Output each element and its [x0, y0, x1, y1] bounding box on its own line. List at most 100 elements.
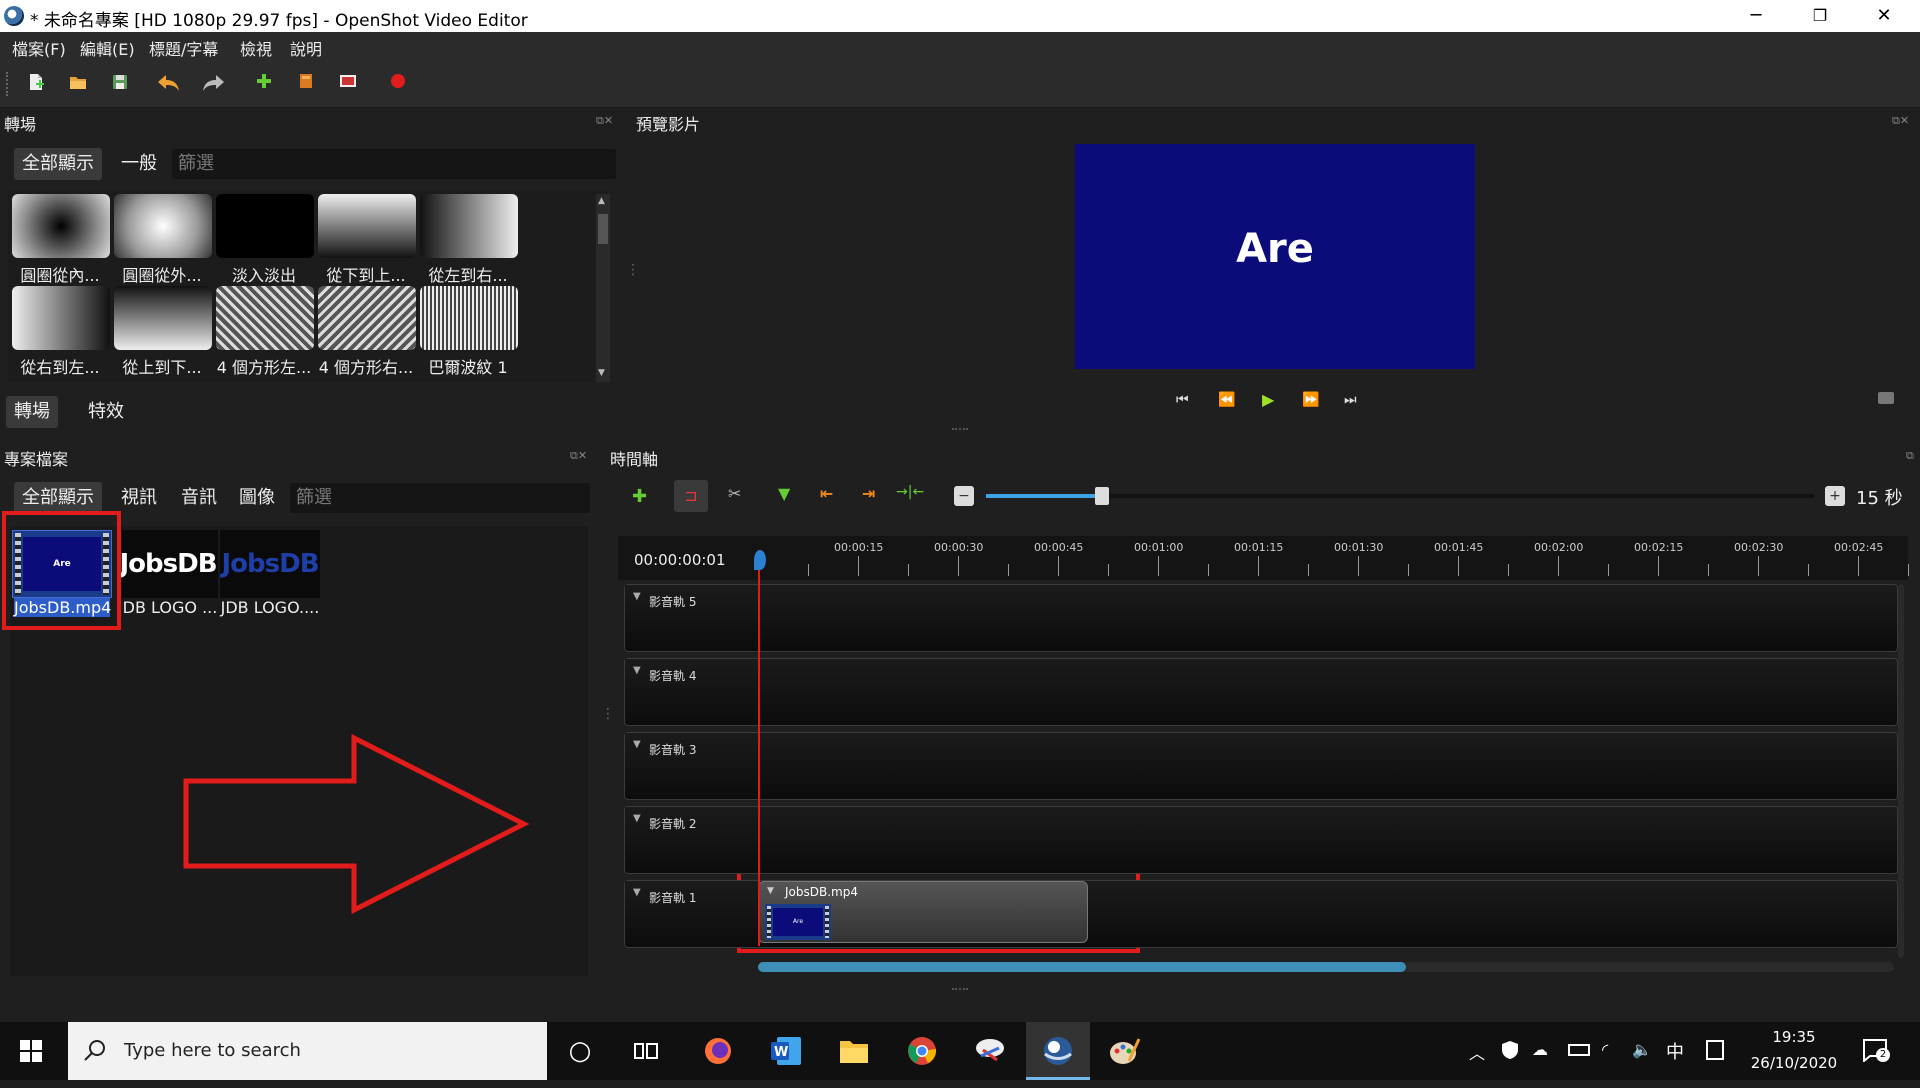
file-thumb-db-logo[interactable]: JobsDB	[118, 530, 218, 598]
battery-icon[interactable]	[1568, 1044, 1590, 1056]
transitions-filter-all[interactable]: 全部顯示	[14, 148, 102, 180]
scroll-down-icon[interactable]: ▼	[598, 368, 605, 378]
track-3[interactable]: ▼ 影音軌 3	[624, 732, 1898, 800]
playhead-marker[interactable]	[754, 550, 766, 570]
import-files-icon[interactable]	[252, 72, 276, 96]
choose-profile-icon[interactable]	[294, 72, 318, 96]
add-track-icon[interactable]: ✚	[632, 486, 647, 507]
previous-marker-icon[interactable]: ⇤	[820, 484, 833, 503]
track-collapse-icon[interactable]: ▼	[633, 739, 641, 750]
new-project-icon[interactable]	[24, 72, 48, 96]
track-5[interactable]: ▼ 影音軌 5	[624, 584, 1898, 652]
zoom-slider[interactable]	[986, 487, 1814, 505]
open-project-icon[interactable]	[66, 72, 90, 96]
transition-thumb[interactable]	[12, 286, 110, 350]
fast-forward-button[interactable]: ⏩	[1302, 392, 1319, 408]
dock-float-close-icon[interactable]: ⧉✕	[596, 114, 613, 128]
timeline-clip-jobsdb[interactable]: ▼ JobsDB.mp4 Are	[758, 881, 1088, 943]
volume-icon[interactable]: 🔈	[1632, 1040, 1652, 1059]
notification-center-icon[interactable]: 2	[1862, 1038, 1890, 1064]
onedrive-icon[interactable]: ☁	[1532, 1040, 1548, 1059]
file-thumb-jdb-logo[interactable]: JobsDB	[220, 530, 320, 598]
undo-icon[interactable]	[156, 72, 180, 96]
track-collapse-icon[interactable]: ▼	[633, 813, 641, 824]
timeline-scroll-thumb[interactable]	[758, 962, 1406, 972]
cortana-icon[interactable]: ○	[552, 1022, 608, 1080]
close-button[interactable]: ✕	[1852, 0, 1916, 32]
files-filter-all[interactable]: 全部顯示	[14, 482, 102, 514]
track-2[interactable]: ▼ 影音軌 2	[624, 806, 1898, 874]
dock-float-close-icon[interactable]: ⧉✕	[570, 449, 587, 463]
word-icon[interactable]: W	[758, 1022, 814, 1080]
splitter-handle[interactable]	[952, 428, 968, 432]
wifi-icon[interactable]: ◜	[1602, 1040, 1608, 1059]
save-project-icon[interactable]	[108, 72, 132, 96]
center-playhead-icon[interactable]: →|←	[896, 484, 924, 500]
timeline-horizontal-scrollbar[interactable]	[758, 962, 1894, 972]
tab-effects[interactable]: 特效	[80, 396, 132, 428]
jump-start-button[interactable]: ⏮	[1176, 392, 1189, 408]
transition-thumb[interactable]	[216, 286, 314, 350]
fullscreen-icon[interactable]	[336, 72, 360, 96]
add-marker-icon[interactable]: ▼	[778, 484, 790, 503]
clock-time[interactable]: 19:35	[1750, 1028, 1838, 1046]
transition-thumb[interactable]	[420, 286, 518, 350]
transitions-scrollbar[interactable]: ▲ ▼	[596, 194, 610, 382]
app-icon[interactable]	[962, 1022, 1018, 1080]
show-hidden-icons[interactable]: ︿	[1469, 1040, 1485, 1064]
menu-help[interactable]: 說明	[290, 36, 322, 60]
transitions-filter-common[interactable]: 一般	[113, 148, 165, 180]
tab-transitions[interactable]: 轉場	[6, 396, 58, 428]
jump-end-button[interactable]: ⏭	[1344, 392, 1357, 408]
minimize-button[interactable]: ─	[1724, 0, 1788, 32]
transitions-filter-input[interactable]: 篩選	[172, 149, 616, 179]
rewind-button[interactable]: ⏪	[1218, 392, 1235, 408]
camera-snapshot-icon[interactable]	[1878, 392, 1894, 404]
file-explorer-icon[interactable]	[826, 1022, 882, 1080]
track-collapse-icon[interactable]: ▼	[633, 591, 641, 602]
clock-date[interactable]: 26/10/2020	[1746, 1054, 1842, 1072]
openshot-taskbar-icon[interactable]	[1026, 1022, 1090, 1080]
scrollbar-thumb[interactable]	[598, 214, 608, 244]
transition-thumb[interactable]	[114, 194, 212, 258]
scroll-up-icon[interactable]: ▲	[598, 196, 605, 206]
clip-menu-icon[interactable]: ▼	[767, 886, 774, 896]
transition-thumb[interactable]	[318, 194, 416, 258]
track-header[interactable]: ▼ 影音軌 1	[625, 881, 759, 945]
next-marker-icon[interactable]: ⇥	[862, 484, 875, 503]
files-filter-audio[interactable]: 音訊	[173, 482, 225, 514]
transition-thumb[interactable]	[318, 286, 416, 350]
maximize-button[interactable]: ❐	[1788, 0, 1852, 32]
track-header[interactable]: ▼ 影音軌 5	[625, 585, 759, 649]
track-header[interactable]: ▼ 影音軌 2	[625, 807, 759, 871]
start-button[interactable]	[20, 1040, 42, 1066]
track-collapse-icon[interactable]: ▼	[633, 665, 641, 676]
transition-thumb[interactable]	[12, 194, 110, 258]
transition-thumb[interactable]	[420, 194, 518, 258]
chrome-icon[interactable]	[894, 1022, 950, 1080]
zoom-out-icon[interactable]: −	[954, 486, 974, 506]
dock-float-icon[interactable]: ⧉	[1906, 449, 1914, 463]
zoom-in-icon[interactable]: +	[1825, 486, 1845, 506]
files-filter-image[interactable]: 圖像	[231, 482, 283, 514]
export-video-icon[interactable]	[386, 72, 410, 96]
firefox-icon[interactable]	[690, 1022, 746, 1080]
timeline-vertical-scrollbar[interactable]	[1898, 584, 1904, 958]
razor-icon[interactable]: ✂	[728, 484, 741, 503]
redo-icon[interactable]	[200, 72, 224, 96]
menu-file[interactable]: 檔案(F)	[12, 36, 66, 60]
files-filter-input[interactable]: 篩選	[290, 483, 590, 513]
ime-mode-icon[interactable]	[1706, 1040, 1724, 1060]
files-filter-video[interactable]: 視訊	[113, 482, 165, 514]
track-4[interactable]: ▼ 影音軌 4	[624, 658, 1898, 726]
dock-float-close-icon[interactable]: ⧉✕	[1892, 114, 1909, 128]
splitter-handle[interactable]: ⋮	[626, 262, 640, 278]
transition-thumb[interactable]	[114, 286, 212, 350]
menu-title[interactable]: 標題/字幕	[149, 36, 218, 60]
play-button[interactable]: ▶	[1262, 390, 1274, 409]
track-header[interactable]: ▼ 影音軌 4	[625, 659, 759, 723]
splitter-handle[interactable]	[952, 988, 968, 992]
snapping-magnet-icon[interactable]: ⊐	[674, 480, 708, 512]
transition-thumb[interactable]	[216, 194, 314, 258]
taskbar-search-box[interactable]: Type here to search	[68, 1022, 547, 1080]
